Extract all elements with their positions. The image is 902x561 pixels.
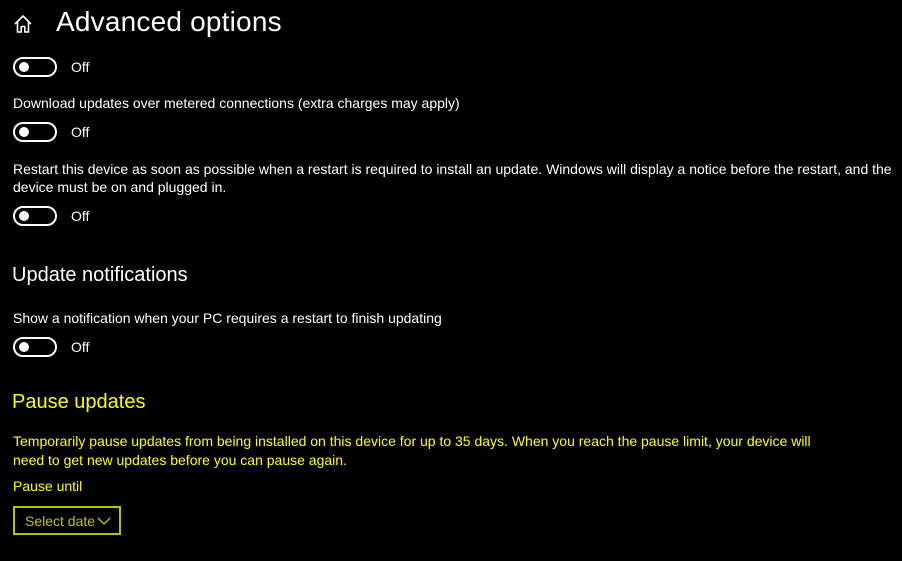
toggle-knob bbox=[19, 342, 29, 352]
pause-updates-heading: Pause updates bbox=[12, 391, 146, 413]
toggle-state-label: Off bbox=[71, 124, 90, 140]
toggle-row-metered-connections: Off bbox=[13, 121, 89, 143]
toggle-knob bbox=[19, 211, 29, 221]
date-dropdown-value: Select date bbox=[25, 512, 96, 529]
toggle-state-label: Off bbox=[71, 208, 90, 224]
restart-notification-label: Show a notification when your PC require… bbox=[13, 310, 442, 326]
metered-connections-label: Download updates over metered connection… bbox=[13, 95, 460, 111]
pause-updates-description: Temporarily pause updates from being ins… bbox=[13, 433, 811, 468]
toggle-knob bbox=[19, 62, 29, 72]
toggle-switch-setting-1[interactable] bbox=[13, 57, 57, 77]
metered-connections-toggle[interactable] bbox=[13, 122, 57, 142]
restart-notification-toggle[interactable] bbox=[13, 337, 57, 357]
pause-until-label: Pause until bbox=[13, 478, 83, 494]
update-notifications-heading: Update notifications bbox=[12, 264, 188, 286]
toggle-row-setting-1: Off bbox=[13, 56, 89, 78]
restart-asap-label: Restart this device as soon as possible … bbox=[13, 161, 892, 195]
toggle-row-restart-notification: Off bbox=[13, 336, 89, 358]
toggle-state-label: Off bbox=[71, 339, 90, 355]
toggle-knob bbox=[19, 127, 29, 137]
home-icon[interactable] bbox=[12, 13, 34, 35]
toggle-state-label: Off bbox=[71, 59, 90, 75]
restart-asap-toggle[interactable] bbox=[13, 206, 57, 226]
toggle-row-restart-asap: Off bbox=[13, 205, 89, 227]
chevron-down-icon bbox=[97, 517, 111, 525]
page-header: Advanced options bbox=[0, 0, 902, 46]
pause-until-date-dropdown[interactable]: Select date bbox=[13, 506, 121, 535]
page-title: Advanced options bbox=[56, 6, 282, 37]
